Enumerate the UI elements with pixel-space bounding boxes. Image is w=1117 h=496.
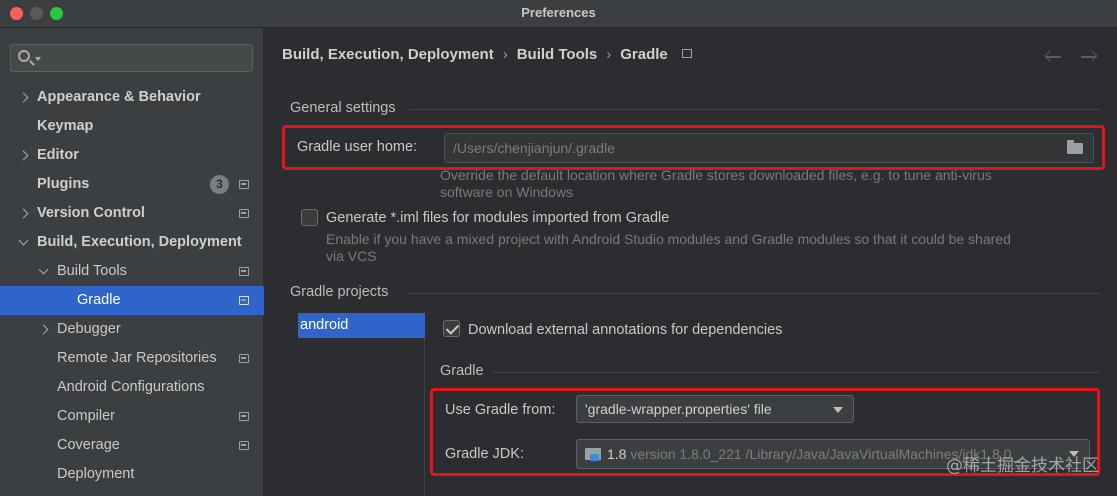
sidebar-item-android-configurations[interactable]: Android Configurations [0,373,264,402]
sidebar-item-editor[interactable]: Editor [0,141,264,170]
browse-folder-icon[interactable] [1067,140,1083,154]
sidebar-item-keymap[interactable]: Keymap [0,112,264,141]
back-arrow-icon[interactable] [1045,50,1063,64]
sidebar-item-build-tools[interactable]: Build Tools [0,257,264,286]
jdk-folder-icon [585,448,601,461]
hint-line: Enable if you have a mixed project with … [326,231,1011,247]
gradle-jdk-label: Gradle JDK: [445,446,524,462]
section-divider [409,293,1100,294]
sidebar-item-remote-jar-repositories[interactable]: Remote Jar Repositories [0,344,264,373]
watermark: @稀土掘金技术社区 [946,456,1099,476]
sidebar-item-label: Deployment [57,466,135,482]
chevron-down-icon [833,407,843,413]
gradle-user-home-hint: Override the default location where Grad… [440,167,992,201]
project-level-settings-icon [239,267,249,276]
section-divider [493,372,1100,373]
sidebar-item-build-execution-deployment[interactable]: Build, Execution, Deployment [0,228,264,257]
forward-arrow-icon[interactable] [1080,50,1098,64]
use-gradle-from-dropdown[interactable]: 'gradle-wrapper.properties' file [576,395,854,423]
project-level-settings-icon [239,354,249,363]
sidebar-item-label: Coverage [57,437,120,453]
jdk-version: 1.8 [607,446,627,462]
settings-content-panel: Build, Execution, Deployment › Build Tools… [265,28,1117,496]
gradle-subsection-heading: Gradle [440,363,484,379]
sidebar-item-plugins[interactable]: Plugins 3 [0,170,264,199]
generate-iml-hint: Enable if you have a mixed project with … [326,231,1011,265]
settings-tree: Appearance & Behavior Keymap Editor Plug… [0,83,264,489]
sidebar-item-debugger[interactable]: Debugger [0,315,264,344]
general-settings-heading: General settings [290,100,396,116]
chevron-right-icon[interactable] [38,315,52,344]
sidebar-item-appearance-behavior[interactable]: Appearance & Behavior [0,83,264,112]
sidebar-item-label: Appearance & Behavior [37,89,201,105]
chevron-down-icon[interactable] [18,228,32,257]
search-icon [18,50,30,62]
settings-search-input[interactable] [10,44,253,72]
sidebar-item-coverage[interactable]: Coverage [0,431,264,460]
project-level-settings-icon [681,49,692,58]
hint-line: software on Windows [440,184,574,200]
sidebar-item-label: Editor [37,147,79,163]
sidebar-item-label: Keymap [37,118,94,134]
hint-line: via VCS [326,248,377,264]
project-level-settings-icon [239,441,249,450]
hint-line: Override the default location where Grad… [440,167,992,183]
breadcrumb: Build, Execution, Deployment › Build Tools… [282,46,692,63]
use-gradle-from-value: 'gradle-wrapper.properties' file [585,401,772,417]
sidebar-item-label: Build, Execution, Deployment [37,234,242,250]
gradle-user-home-field[interactable]: /Users/chenjianjun/.gradle [444,133,1094,163]
search-options-chevron-icon[interactable] [35,57,41,61]
gradle-projects-list: android [297,313,425,496]
gradle-user-home-value: /Users/chenjianjun/.gradle [453,140,615,156]
breadcrumb-item[interactable]: Build, Execution, Deployment [282,46,494,63]
sidebar-item-label: Remote Jar Repositories [57,350,217,366]
project-level-settings-icon [239,180,249,189]
sidebar-item-label: Compiler [57,408,116,424]
breadcrumb-item: Gradle [620,46,668,63]
download-annotations-checkbox[interactable] [443,320,460,337]
gradle-user-home-label: Gradle user home: [297,139,418,155]
generate-iml-label: Generate *.iml files for modules importe… [326,210,670,226]
project-level-settings-icon [239,412,249,421]
chevron-right-icon[interactable] [18,199,32,228]
chevron-down-icon[interactable] [38,257,52,286]
window-title: Preferences [521,5,596,20]
sidebar-item-label: Version Control [37,205,145,221]
section-divider [410,109,1100,110]
project-level-settings-icon [239,209,249,218]
plugins-update-count-badge: 3 [210,175,229,194]
settings-sidebar: Appearance & Behavior Keymap Editor Plug… [0,28,264,496]
sidebar-item-label: Android Configurations [57,379,205,395]
sidebar-item-label: Build Tools [57,263,127,279]
sidebar-item-version-control[interactable]: Version Control [0,199,264,228]
project-item-android[interactable]: android [298,313,425,338]
sidebar-item-deployment[interactable]: Deployment [0,460,264,489]
title-bar: Preferences [0,0,1117,28]
generate-iml-checkbox[interactable] [301,209,318,226]
download-annotations-label: Download external annotations for depend… [468,322,783,338]
breadcrumb-separator: › [606,46,612,63]
chevron-right-icon[interactable] [18,83,32,112]
breadcrumb-item[interactable]: Build Tools [517,46,598,63]
sidebar-item-label: Gradle [77,292,121,308]
sidebar-item-label: Plugins [37,176,90,192]
project-level-settings-icon [239,296,249,305]
chevron-right-icon[interactable] [18,141,32,170]
sidebar-item-label: Debugger [57,321,121,337]
sidebar-item-gradle[interactable]: Gradle [0,286,264,315]
sidebar-item-compiler[interactable]: Compiler [0,402,264,431]
use-gradle-from-label: Use Gradle from: [445,402,556,418]
breadcrumb-separator: › [502,46,508,63]
gradle-projects-heading: Gradle projects [290,284,389,300]
